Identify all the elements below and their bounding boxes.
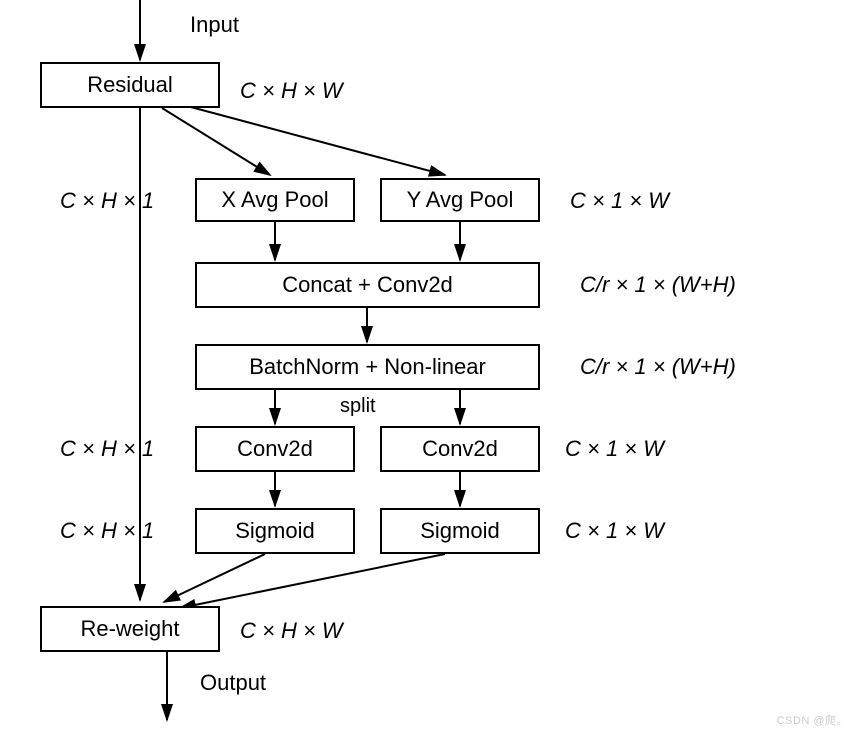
sigmoid-left-text: Sigmoid (235, 518, 314, 544)
watermark-text: CSDN @爬。 (777, 712, 848, 728)
xavgpool-text: X Avg Pool (221, 187, 328, 213)
sigmoid-right-box: Sigmoid (380, 508, 540, 554)
split-label: split (340, 395, 376, 418)
conv2d-right-text: Conv2d (422, 436, 498, 462)
dim-bn-right: C/r × 1 × (W+H) (580, 354, 736, 380)
dim-sig_right: C × 1 × W (565, 518, 664, 544)
dim-conv-left: C × H × 1 (60, 436, 154, 462)
sigmoid-right-text: Sigmoid (420, 518, 499, 544)
batchnorm-box: BatchNorm + Non-linear (195, 344, 540, 390)
dim-conv-right: C × 1 × W (565, 436, 664, 462)
xavgpool-box: X Avg Pool (195, 178, 355, 222)
output-label: Output (200, 670, 266, 696)
concat-box: Concat + Conv2d (195, 262, 540, 308)
dim-residual: C × H × W (240, 78, 343, 104)
residual-box: Residual (40, 62, 220, 108)
concat-text: Concat + Conv2d (282, 272, 453, 298)
dim-concat-right: C/r × 1 × (W+H) (580, 272, 736, 298)
yavgpool-text: Y Avg Pool (407, 187, 514, 213)
sigmoid-left-box: Sigmoid (195, 508, 355, 554)
reweight-text: Re-weight (80, 616, 179, 642)
conv2d-right-box: Conv2d (380, 426, 540, 472)
input-label: Input (190, 12, 239, 38)
conv2d-left-text: Conv2d (237, 436, 313, 462)
dim-xavg-left: C × H × 1 (60, 188, 154, 214)
residual-text: Residual (87, 72, 173, 98)
conv2d-left-box: Conv2d (195, 426, 355, 472)
yavgpool-box: Y Avg Pool (380, 178, 540, 222)
reweight-box: Re-weight (40, 606, 220, 652)
diagram-canvas: Input Output split Residual X Avg Pool Y… (0, 0, 860, 736)
dim-sig-left: C × H × 1 (60, 518, 154, 544)
dim-yavg-right: C × 1 × W (570, 188, 669, 214)
dim-reweight: C × H × W (240, 618, 343, 644)
batchnorm-text: BatchNorm + Non-linear (249, 354, 486, 380)
